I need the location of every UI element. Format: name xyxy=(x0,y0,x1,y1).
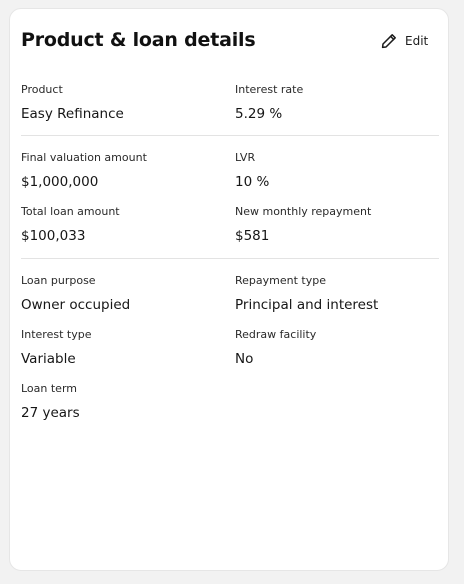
field-value: No xyxy=(235,351,254,367)
field-final-valuation-amount: Final valuation amount $1,000,000 xyxy=(21,151,235,191)
field-label: Loan purpose xyxy=(21,274,96,287)
field-label: Interest type xyxy=(21,328,92,341)
field-value: Variable xyxy=(21,351,76,367)
field-value: $100,033 xyxy=(21,228,86,244)
field-repayment-type: Repayment type Principal and interest xyxy=(235,274,439,314)
field-total-loan-amount: Total loan amount $100,033 xyxy=(21,205,235,245)
loan-details-card: Product & loan details Edit Product Easy… xyxy=(9,8,449,571)
field-loan-term: Loan term 27 years xyxy=(21,382,235,422)
field-interest-rate: Interest rate 5.29 % xyxy=(235,83,439,123)
field-label: Interest rate xyxy=(235,83,304,96)
field-label: LVR xyxy=(235,151,256,164)
field-new-monthly-repayment: New monthly repayment $581 xyxy=(235,205,439,245)
divider xyxy=(21,135,439,136)
field-value: Owner occupied xyxy=(21,297,131,313)
field-value: Principal and interest xyxy=(235,297,379,313)
field-label: Total loan amount xyxy=(21,205,120,218)
field-label: Product xyxy=(21,83,63,96)
field-value: 10 % xyxy=(235,174,270,190)
product-section: Product Easy Refinance Interest rate 5.2… xyxy=(21,83,439,123)
loan-amount-section: Final valuation amount $1,000,000 LVR 10… xyxy=(21,151,439,245)
edit-label: Edit xyxy=(405,34,429,48)
field-lvr: LVR 10 % xyxy=(235,151,439,191)
field-interest-type: Interest type Variable xyxy=(21,328,235,368)
field-value: $1,000,000 xyxy=(21,174,99,190)
edit-button[interactable]: Edit xyxy=(381,31,428,51)
field-redraw-facility: Redraw facility No xyxy=(235,328,439,368)
field-label: New monthly repayment xyxy=(235,205,372,218)
loan-features-section: Loan purpose Owner occupied Repayment ty… xyxy=(21,274,439,422)
field-value: 27 years xyxy=(21,405,80,421)
field-label: Loan term xyxy=(21,382,77,395)
pencil-icon xyxy=(381,33,397,49)
field-label: Final valuation amount xyxy=(21,151,147,164)
field-label: Repayment type xyxy=(235,274,326,287)
field-value: $581 xyxy=(235,228,270,244)
field-product: Product Easy Refinance xyxy=(21,83,235,123)
card-title: Product & loan details xyxy=(21,29,256,51)
field-loan-purpose: Loan purpose Owner occupied xyxy=(21,274,235,314)
divider xyxy=(21,258,439,259)
field-value: 5.29 % xyxy=(235,106,283,122)
field-label: Redraw facility xyxy=(235,328,317,341)
field-value: Easy Refinance xyxy=(21,106,124,122)
